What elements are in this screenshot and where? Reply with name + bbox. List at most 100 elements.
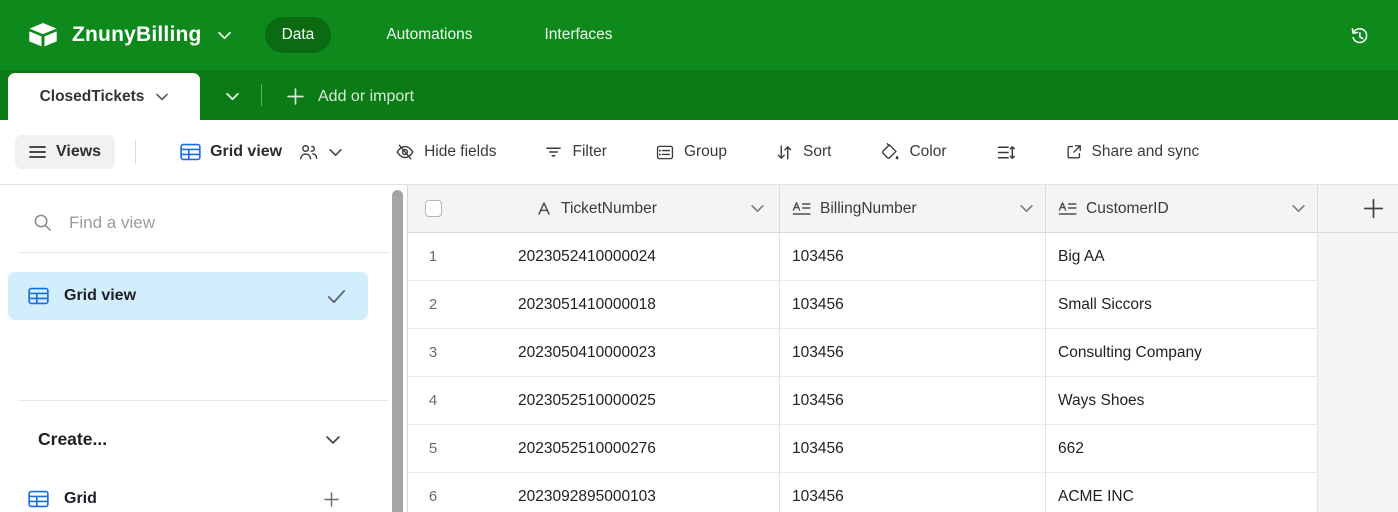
group-button[interactable]: Group: [654, 142, 727, 163]
cell-customerid[interactable]: Ways Shoes: [1046, 377, 1318, 425]
row-number[interactable]: 6: [408, 488, 458, 505]
share-and-sync-label: Share and sync: [1092, 143, 1200, 161]
create-item-label: Grid: [64, 490, 323, 508]
external-link-icon: [1064, 142, 1084, 162]
row-filler: [1318, 233, 1398, 281]
base-menu-button[interactable]: ZnunyBilling: [28, 22, 231, 48]
plus-icon: [1363, 198, 1384, 219]
table-row: 3 2023050410000023 103456 Consulting Com…: [408, 329, 1398, 377]
cell-customerid[interactable]: Small Siccors: [1046, 281, 1318, 329]
sidebar-divider: [18, 400, 389, 401]
filter-button[interactable]: Filter: [543, 142, 606, 162]
long-text-field-icon: [1058, 201, 1077, 217]
sidebar-scrollbar[interactable]: [392, 190, 403, 512]
row-number[interactable]: 5: [408, 440, 458, 457]
column-name: TicketNumber: [561, 200, 657, 218]
select-all-checkbox[interactable]: [425, 200, 442, 217]
chevron-down-icon: [226, 92, 239, 101]
paint-bucket-icon: [878, 141, 901, 163]
chevron-down-icon: [326, 435, 340, 445]
table-tab-closedtickets[interactable]: ClosedTickets: [8, 73, 200, 120]
table-row: 6 2023092895000103 103456 ACME INC: [408, 473, 1398, 512]
filter-label: Filter: [572, 143, 606, 161]
row-number[interactable]: 4: [408, 392, 458, 409]
cell-ticketnumber[interactable]: 3 2023050410000023: [408, 329, 780, 377]
collaborators-icon: [297, 142, 320, 163]
cell-billingnumber[interactable]: 103456: [780, 425, 1046, 473]
cell-ticketnumber[interactable]: 2 2023051410000018: [408, 281, 780, 329]
cell-ticketnumber[interactable]: 6 2023092895000103: [408, 473, 780, 512]
cell-billingnumber[interactable]: 103456: [780, 473, 1046, 512]
current-view-name: Grid view: [210, 143, 282, 161]
grid-view-icon: [28, 490, 49, 508]
create-section-toggle[interactable]: Create...: [38, 429, 340, 450]
row-height-button[interactable]: [994, 142, 1017, 163]
cell-customerid[interactable]: ACME INC: [1046, 473, 1318, 512]
find-view-row: [32, 212, 407, 233]
cell-value: 2023050410000023: [518, 344, 656, 362]
row-height-icon: [994, 142, 1017, 163]
views-button[interactable]: Views: [15, 135, 115, 169]
cell-value: 2023052510000025: [518, 392, 656, 410]
plus-icon: [286, 87, 305, 106]
row-filler: [1318, 377, 1398, 425]
hide-fields-label: Hide fields: [424, 143, 496, 161]
cell-ticketnumber[interactable]: 4 2023052510000025: [408, 377, 780, 425]
eye-off-icon: [394, 141, 416, 163]
view-name: Grid view: [64, 287, 307, 305]
menu-icon: [29, 145, 46, 159]
row-number[interactable]: 1: [408, 248, 458, 265]
row-number[interactable]: 2: [408, 296, 458, 313]
search-icon: [32, 212, 53, 233]
field-name-group: TicketNumber: [442, 200, 751, 218]
tab-automations[interactable]: Automations: [369, 17, 489, 53]
color-button[interactable]: Color: [878, 141, 946, 163]
add-or-import-button[interactable]: Add or import: [286, 73, 414, 120]
cell-billingnumber[interactable]: 103456: [780, 281, 1046, 329]
grid-view-icon: [180, 143, 201, 161]
chevron-down-icon: [156, 93, 168, 101]
create-label: Create...: [38, 429, 326, 450]
sidebar-divider: [18, 252, 389, 253]
cell-customerid[interactable]: 662: [1046, 425, 1318, 473]
cell-customerid[interactable]: Big AA: [1046, 233, 1318, 281]
column-header-ticketnumber[interactable]: TicketNumber: [408, 185, 780, 233]
toolbar-divider: [135, 140, 136, 164]
table-row: 1 2023052410000024 103456 Big AA: [408, 233, 1398, 281]
column-header-customerid[interactable]: CustomerID: [1046, 185, 1318, 233]
base-title: ZnunyBilling: [72, 23, 202, 47]
cell-billingnumber[interactable]: 103456: [780, 377, 1046, 425]
row-filler: [1318, 473, 1398, 512]
row-number[interactable]: 3: [408, 344, 458, 361]
cell-billingnumber[interactable]: 103456: [780, 233, 1046, 281]
cell-customerid[interactable]: Consulting Company: [1046, 329, 1318, 377]
filter-icon: [543, 142, 564, 162]
grid-view-icon: [28, 287, 49, 305]
find-view-input[interactable]: [69, 213, 299, 233]
table-list-expand-button[interactable]: [200, 73, 261, 120]
chevron-down-icon: [1020, 204, 1033, 213]
tab-data[interactable]: Data: [265, 17, 332, 53]
sort-button[interactable]: Sort: [774, 142, 831, 163]
app-logo-icon: [28, 22, 58, 48]
share-and-sync-button[interactable]: Share and sync: [1064, 142, 1200, 162]
sidebar-view-grid-view[interactable]: Grid view: [8, 272, 368, 320]
plus-icon: [323, 491, 340, 508]
view-switcher[interactable]: Grid view: [180, 142, 342, 163]
cell-billingnumber[interactable]: 103456: [780, 329, 1046, 377]
history-icon[interactable]: [1342, 18, 1376, 52]
tab-interfaces[interactable]: Interfaces: [527, 17, 629, 53]
hide-fields-button[interactable]: Hide fields: [394, 141, 496, 163]
chevron-down-icon: [1292, 204, 1305, 213]
topbar: ZnunyBilling Data Automations Interfaces: [0, 0, 1398, 70]
group-icon: [654, 142, 676, 163]
create-grid-view-item[interactable]: Grid: [28, 490, 340, 508]
cell-ticketnumber[interactable]: 5 2023052510000276: [408, 425, 780, 473]
add-field-button[interactable]: [1318, 185, 1398, 233]
cell-value: 2023092895000103: [518, 488, 656, 506]
column-header-billingnumber[interactable]: BillingNumber: [780, 185, 1046, 233]
cell-ticketnumber[interactable]: 1 2023052410000024: [408, 233, 780, 281]
column-name: BillingNumber: [820, 200, 1020, 218]
toolbar-buttons: Hide fields Filter Group: [394, 141, 1199, 163]
group-label: Group: [684, 143, 727, 161]
